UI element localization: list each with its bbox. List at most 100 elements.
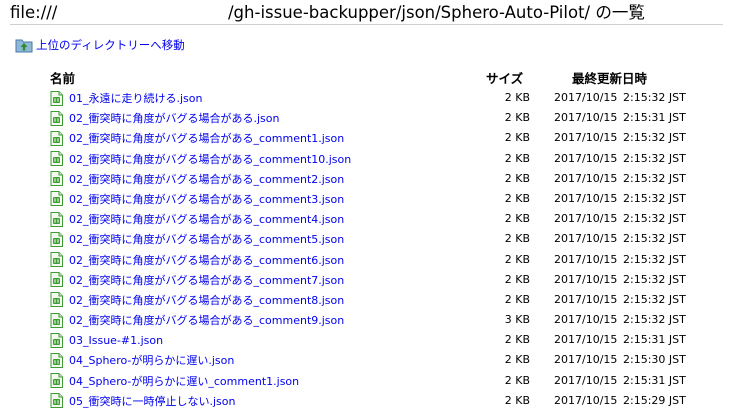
file-link[interactable]: 02_衝突時に角度がバグる場合がある_comment8.json bbox=[50, 292, 344, 308]
file-name: 02_衝突時に角度がバグる場合がある_comment9.json bbox=[69, 314, 345, 328]
file-link[interactable]: 02_衝突時に角度がバグる場合がある_comment5.json bbox=[50, 231, 344, 247]
file-link[interactable]: 03_Issue-#1.json bbox=[50, 332, 163, 348]
file-size: 2 KB bbox=[504, 91, 530, 104]
json-file-icon bbox=[50, 151, 63, 167]
table-row: 02_衝突時に角度がバグる場合がある_comment4.json 2 KB 2017… bbox=[0, 209, 733, 229]
file-size: 2 KB bbox=[504, 373, 530, 387]
file-name: 02_衝突時に角度がバグる場合がある_comment2.json bbox=[69, 172, 345, 186]
file-size: 2 KB bbox=[504, 272, 530, 286]
table-row: 04_Sphero-が明らかに遅い.json 2 KB 2017/10/15 2:15… bbox=[0, 350, 733, 370]
file-date: 2017/10/15 bbox=[554, 252, 618, 266]
file-size: 3 KB bbox=[504, 313, 530, 327]
json-file-icon bbox=[50, 211, 63, 227]
file-size: 2 KB bbox=[504, 393, 530, 407]
file-date: 2017/10/15 bbox=[554, 353, 618, 367]
file-date: 2017/10/15 bbox=[554, 373, 618, 387]
file-link[interactable]: 02_衝突時に角度がバグる場合がある_comment9.json bbox=[50, 312, 344, 328]
file-size: 2 KB bbox=[504, 131, 530, 145]
file-link[interactable]: 02_衝突時に角度がバグる場合がある_comment7.json bbox=[50, 272, 344, 288]
file-size: 2 KB bbox=[504, 212, 530, 226]
table-row: 05_衝突時に一時停止しない.json 2 KB 2017/10/15 2:15:29… bbox=[0, 391, 733, 411]
column-header-modified[interactable]: 最終更新日時 bbox=[572, 68, 647, 87]
json-file-icon bbox=[50, 130, 63, 146]
file-name: 02_衝突時に角度がバグる場合がある_comment6.json bbox=[69, 253, 345, 267]
file-size: 2 KB bbox=[504, 171, 530, 185]
file-time: 2:15:31 JST bbox=[623, 111, 686, 125]
file-link[interactable]: 02_衝突時に角度がバグる場合がある_comment1.json bbox=[50, 130, 344, 146]
file-size: 2 KB bbox=[504, 191, 530, 205]
json-file-icon bbox=[50, 393, 63, 409]
file-date: 2017/10/15 bbox=[554, 131, 618, 145]
file-time: 2:15:31 JST bbox=[623, 333, 686, 347]
file-time: 2:15:32 JST bbox=[623, 151, 686, 165]
table-row: 03_Issue-#1.json 2 KB 2017/10/15 2:15:31 JS… bbox=[0, 330, 733, 350]
column-header-size[interactable]: サイズ bbox=[486, 68, 523, 87]
file-time: 2:15:32 JST bbox=[623, 252, 686, 266]
file-name: 05_衝突時に一時停止しない.json bbox=[69, 394, 236, 408]
file-size: 2 KB bbox=[504, 111, 530, 125]
json-file-icon bbox=[50, 373, 63, 389]
file-link[interactable]: 02_衝突時に角度がバグる場合がある.json bbox=[50, 110, 279, 126]
file-name: 04_Sphero-が明らかに遅い_comment1.json bbox=[69, 374, 300, 388]
table-row: 02_衝突時に角度がバグる場合がある_comment6.json 2 KB 2017… bbox=[0, 250, 733, 270]
file-time: 2:15:32 JST bbox=[623, 232, 686, 246]
parent-directory-link[interactable]: 上位のディレクトリーへ移動 bbox=[15, 36, 185, 54]
file-name: 02_衝突時に角度がバグる場合がある_comment4.json bbox=[69, 213, 345, 227]
table-row: 02_衝突時に角度がバグる場合がある_comment8.json 2 KB 2017… bbox=[0, 290, 733, 310]
table-header: 名前 サイズ 最終更新日時 bbox=[0, 64, 733, 88]
file-date: 2017/10/15 bbox=[554, 212, 618, 226]
directory-listing-page: file:/// /gh-issue-backupper/json/Sphero… bbox=[0, 0, 733, 411]
file-size: 2 KB bbox=[504, 333, 530, 347]
file-link[interactable]: 02_衝突時に角度がバグる場合がある_comment4.json bbox=[50, 211, 344, 227]
file-date: 2017/10/15 bbox=[554, 191, 618, 205]
json-file-icon bbox=[50, 292, 63, 308]
table-row: 02_衝突時に角度がバグる場合がある_comment7.json 2 KB 2017… bbox=[0, 270, 733, 290]
file-name: 02_衝突時に角度がバグる場合がある.json bbox=[69, 112, 280, 126]
file-link[interactable]: 02_衝突時に角度がバグる場合がある_comment6.json bbox=[50, 252, 344, 268]
file-date: 2017/10/15 bbox=[554, 292, 618, 306]
file-link[interactable]: 02_衝突時に角度がバグる場合がある_comment2.json bbox=[50, 171, 344, 187]
file-time: 2:15:32 JST bbox=[623, 212, 686, 226]
table-row: 02_衝突時に角度がバグる場合がある_comment9.json 3 KB 2017… bbox=[0, 310, 733, 330]
table-row: 04_Sphero-が明らかに遅い_comment1.json 2 KB 2017/… bbox=[0, 371, 733, 391]
file-name: 02_衝突時に角度がバグる場合がある_comment3.json bbox=[69, 192, 345, 206]
file-date: 2017/10/15 bbox=[554, 313, 618, 327]
parent-directory-label: 上位のディレクトリーへ移動 bbox=[36, 38, 185, 52]
file-time: 2:15:32 JST bbox=[623, 272, 686, 286]
table-row: 02_衝突時に角度がバグる場合がある_comment10.json 2 KB 201… bbox=[0, 149, 733, 169]
table-row: 02_衝突時に角度がバグる場合がある_comment2.json 2 KB 2017… bbox=[0, 169, 733, 189]
page-header: file:/// /gh-issue-backupper/json/Sphero… bbox=[10, 2, 723, 25]
json-file-icon bbox=[50, 90, 63, 106]
file-name: 02_衝突時に角度がバグる場合がある_comment5.json bbox=[69, 233, 345, 247]
table-row: 02_衝突時に角度がバグる場合がある.json 2 KB 2017/10/15 2:1… bbox=[0, 108, 733, 128]
json-file-icon bbox=[50, 110, 63, 126]
file-time: 2:15:29 JST bbox=[623, 393, 686, 407]
json-file-icon bbox=[50, 171, 63, 187]
file-size: 2 KB bbox=[504, 252, 530, 266]
table-row: 02_衝突時に角度がバグる場合がある_comment3.json 2 KB 2017… bbox=[0, 189, 733, 209]
json-file-icon bbox=[50, 231, 63, 247]
file-table: 名前 サイズ 最終更新日時 01_永遠に走り続ける.json 2 KB 2017/1… bbox=[0, 64, 733, 411]
column-header-name[interactable]: 名前 bbox=[50, 68, 75, 87]
file-date: 2017/10/15 bbox=[554, 111, 618, 125]
file-size: 2 KB bbox=[504, 353, 530, 367]
file-link[interactable]: 02_衝突時に角度がバグる場合がある_comment3.json bbox=[50, 191, 344, 207]
file-link[interactable]: 02_衝突時に角度がバグる場合がある_comment10.json bbox=[50, 151, 351, 167]
file-link[interactable]: 05_衝突時に一時停止しない.json bbox=[50, 393, 235, 409]
file-link[interactable]: 01_永遠に走り続ける.json bbox=[50, 90, 202, 106]
json-file-icon bbox=[50, 191, 63, 207]
json-file-icon bbox=[50, 272, 63, 288]
file-size: 2 KB bbox=[504, 151, 530, 165]
folder-up-icon bbox=[15, 39, 33, 53]
file-link[interactable]: 04_Sphero-が明らかに遅い.json bbox=[50, 352, 234, 368]
file-date: 2017/10/15 bbox=[554, 333, 618, 347]
file-size: 2 KB bbox=[504, 232, 530, 246]
file-date: 2017/10/15 bbox=[554, 171, 618, 185]
file-date: 2017/10/15 bbox=[554, 272, 618, 286]
file-time: 2:15:32 JST bbox=[623, 91, 686, 104]
file-time: 2:15:32 JST bbox=[623, 313, 686, 327]
file-date: 2017/10/15 bbox=[554, 91, 618, 104]
file-name: 04_Sphero-が明らかに遅い.json bbox=[69, 354, 235, 368]
file-link[interactable]: 04_Sphero-が明らかに遅い_comment1.json bbox=[50, 373, 299, 389]
table-row: 02_衝突時に角度がバグる場合がある_comment1.json 2 KB 2017… bbox=[0, 128, 733, 148]
